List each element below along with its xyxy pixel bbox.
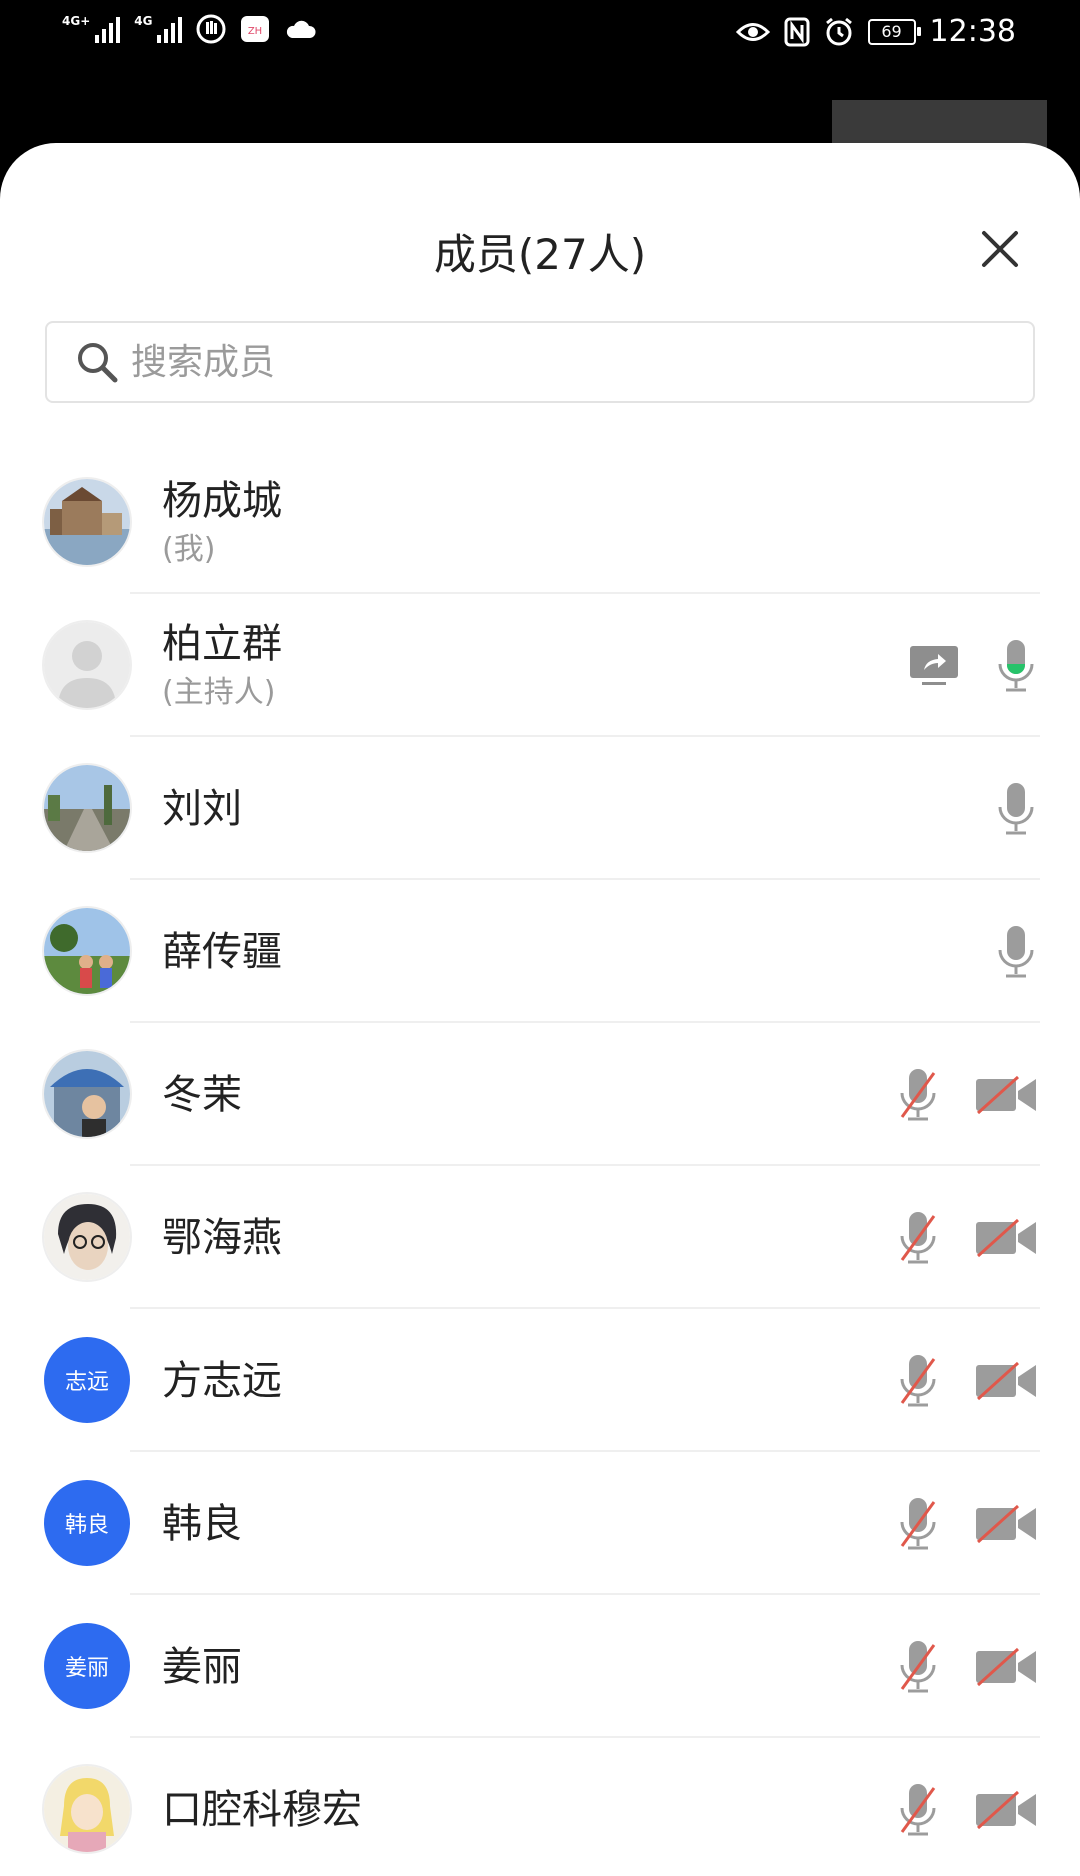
mic-muted-icon: [900, 1354, 936, 1406]
member-row[interactable]: 刘刘: [0, 737, 1080, 880]
mic-muted-button[interactable]: [896, 1782, 940, 1838]
member-row[interactable]: 韩良 韩良: [0, 1452, 1080, 1595]
close-icon: [982, 231, 1018, 267]
member-row[interactable]: 姜丽 姜丽: [0, 1595, 1080, 1738]
member-role: (我): [162, 531, 216, 567]
mic-muted-button[interactable]: [896, 1496, 940, 1552]
member-name: 柏立群: [162, 620, 282, 667]
camera-off-button[interactable]: [974, 1073, 1038, 1117]
signal-icon-2: 4G: [134, 14, 183, 43]
search-input[interactable]: [129, 340, 993, 384]
default-person-icon: [44, 622, 130, 708]
mic-button[interactable]: [994, 924, 1038, 980]
member-name: 刘刘: [162, 785, 242, 832]
search-icon: [78, 343, 118, 383]
mic-muted-button[interactable]: [896, 1353, 940, 1409]
member-row[interactable]: 口腔科穆宏: [0, 1738, 1080, 1876]
member-row[interactable]: 杨成城 (我): [0, 451, 1080, 594]
members-sheet: 成员(27人) 搜索成员 杨成城 (我) 柏立群 (主持人) 刘刘 薛传疆 冬茉…: [0, 143, 1080, 1876]
camera-off-icon: [976, 1790, 1036, 1829]
alarm-icon: [825, 17, 852, 45]
app-notification-icon: ZH: [241, 16, 270, 42]
avatar: [44, 1051, 130, 1137]
avatar: [44, 765, 130, 851]
eye-icon: [735, 22, 770, 41]
camera-off-icon: [976, 1218, 1036, 1257]
camera-off-icon: [976, 1361, 1036, 1400]
camera-off-icon: [976, 1075, 1036, 1114]
avatar: [44, 908, 130, 994]
mic-active-button[interactable]: [994, 638, 1038, 694]
member-name: 方志远: [162, 1357, 282, 1404]
hand-icon: [196, 14, 226, 44]
mic-button[interactable]: [994, 781, 1038, 837]
nfc-icon: [784, 17, 810, 46]
camera-off-button[interactable]: [974, 1645, 1038, 1689]
avatar: [44, 1194, 130, 1280]
avatar: [44, 1766, 130, 1852]
network-type: 4G+: [62, 14, 91, 28]
avatar: [44, 622, 130, 708]
camera-off-button[interactable]: [974, 1216, 1038, 1260]
camera-off-button[interactable]: [974, 1359, 1038, 1403]
panel-title: 成员(27人): [433, 230, 647, 279]
clock: 12:38: [929, 14, 1016, 49]
avatar: 志远: [44, 1337, 130, 1423]
avatar: 韩良: [44, 1480, 130, 1566]
member-name: 冬茉: [162, 1071, 242, 1118]
member-row[interactable]: 志远 方志远: [0, 1309, 1080, 1452]
status-bar: 4G+ 4G ZH 69 12:38: [0, 0, 1080, 72]
member-role: (主持人): [162, 674, 276, 710]
mic-muted-button[interactable]: [896, 1639, 940, 1695]
mic-muted-icon: [900, 1497, 936, 1549]
member-list: 杨成城 (我) 柏立群 (主持人) 刘刘 薛传疆 冬茉 鄂海燕 志远 方志远 韩…: [0, 451, 1080, 1876]
battery-level: 69: [881, 22, 902, 41]
camera-off-button[interactable]: [974, 1788, 1038, 1832]
mic-muted-button[interactable]: [896, 1067, 940, 1123]
avatar: 姜丽: [44, 1623, 130, 1709]
camera-off-button[interactable]: [974, 1502, 1038, 1546]
member-name: 鄂海燕: [162, 1214, 282, 1261]
camera-off-icon: [976, 1504, 1036, 1543]
member-name: 姜丽: [162, 1643, 242, 1690]
member-name: 薛传疆: [162, 928, 282, 975]
mic-icon: [998, 925, 1034, 977]
sheet-header: 成员(27人): [0, 143, 1080, 288]
mic-muted-icon: [900, 1068, 936, 1120]
mic-icon: [998, 782, 1034, 834]
search-box[interactable]: [45, 321, 1035, 403]
member-row[interactable]: 冬茉: [0, 1023, 1080, 1166]
member-row[interactable]: 柏立群 (主持人): [0, 594, 1080, 737]
svg-text:ZH: ZH: [248, 26, 262, 37]
mic-muted-button[interactable]: [896, 1210, 940, 1266]
member-row[interactable]: 鄂海燕: [0, 1166, 1080, 1309]
member-name: 口腔科穆宏: [162, 1786, 362, 1833]
member-name: 韩良: [162, 1500, 242, 1547]
cloud-icon: [287, 20, 316, 38]
network-type-2: 4G: [134, 14, 153, 28]
battery-icon: 69: [867, 18, 921, 45]
mic-active-icon: [998, 639, 1034, 691]
member-name: 杨成城: [162, 477, 282, 524]
camera-off-icon: [976, 1647, 1036, 1686]
avatar: [44, 479, 130, 565]
screen-share-icon: [910, 645, 958, 685]
mic-muted-icon: [900, 1640, 936, 1692]
signal-icon: 4G+: [62, 14, 121, 43]
member-row[interactable]: 薛传疆: [0, 880, 1080, 1023]
mic-muted-icon: [900, 1211, 936, 1263]
close-button[interactable]: [978, 227, 1022, 271]
screen-share-button[interactable]: [908, 644, 960, 688]
mic-muted-icon: [900, 1783, 936, 1835]
